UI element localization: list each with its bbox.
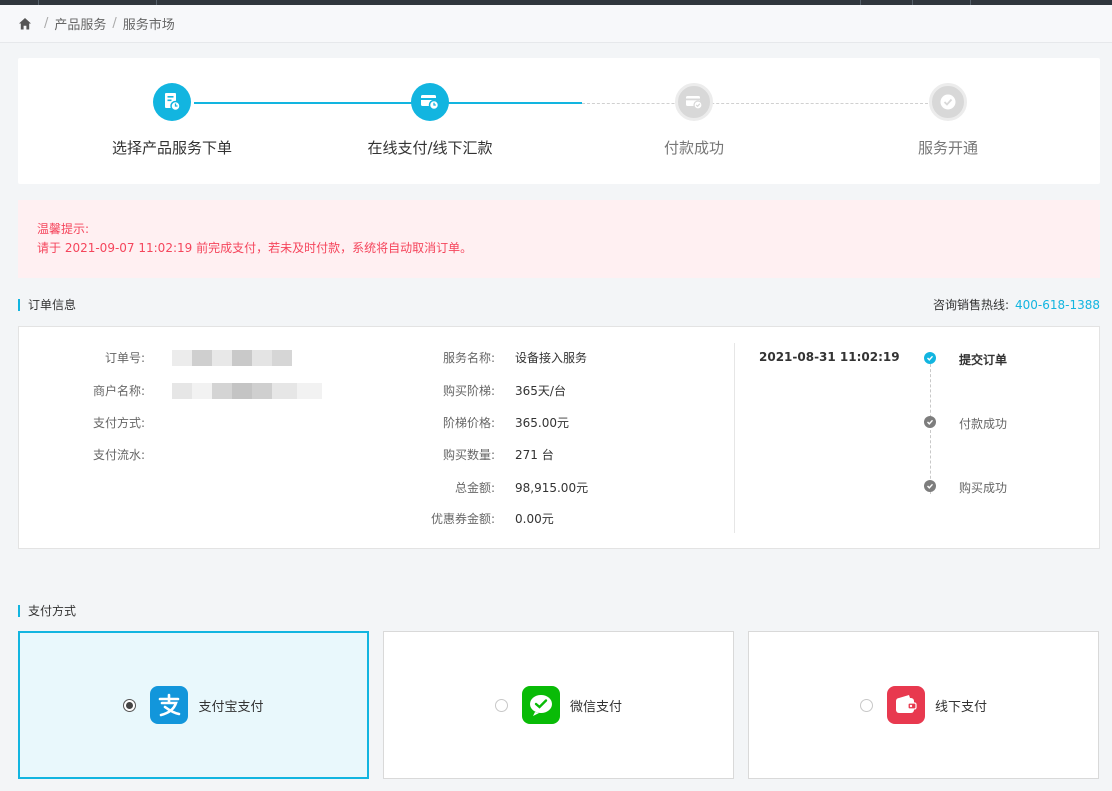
payment-method-heading: 支付方式: [18, 602, 76, 619]
offline-pay-label: 线下支付: [934, 699, 987, 715]
heading-accent-bar: [18, 604, 20, 617]
timeline-check-icon: [924, 416, 936, 428]
offline-radio[interactable]: [859, 698, 873, 712]
notice-title: 温馨提示:: [37, 222, 90, 236]
payment-deadline-notice: 温馨提示: 请于 2021-09-07 11:02:19 前完成支付，若未及时付…: [18, 200, 1100, 278]
alipay-icon: [150, 686, 189, 724]
tier-price-label: 阶梯价格:: [442, 416, 495, 430]
hotline-number[interactable]: 400-618-1388: [1015, 298, 1100, 312]
home-icon[interactable]: [18, 17, 32, 31]
coupon-amount-label: 优惠券金额:: [430, 512, 495, 526]
merchant-name-label: 商户名称:: [92, 384, 145, 398]
purchase-quantity-label: 购买数量:: [442, 448, 495, 462]
step-label: 在线支付/线下汇款: [367, 139, 493, 157]
heading-accent-bar: [18, 298, 20, 311]
purchase-quantity-value: 271 台: [515, 448, 554, 462]
total-amount-label: 总金额:: [454, 481, 495, 495]
breadcrumb-separator: /: [112, 16, 117, 31]
timeline-event-label: 提交订单: [959, 353, 1008, 367]
notice-text: 请于 2021-09-07 11:02:19 前完成支付，若未及时付款，系统将自…: [37, 241, 473, 255]
order-number-value-redacted: [172, 350, 292, 366]
breadcrumb-item-products[interactable]: 产品服务: [54, 14, 106, 33]
step-label: 选择产品服务下单: [111, 139, 232, 157]
payment-serial-label: 支付流水:: [92, 448, 145, 462]
order-form-icon: [153, 83, 191, 121]
column-divider: [734, 343, 735, 533]
order-steps: 选择产品服务下单 在线支付/线下汇款 付款成功 服务开通: [18, 58, 1100, 184]
breadcrumb: / 产品服务 / 服务市场: [0, 5, 1112, 43]
payment-success-icon: [675, 83, 713, 121]
sales-hotline: 咨询销售热线: 400-618-1388: [933, 296, 1100, 313]
wechat-radio[interactable]: [494, 698, 508, 712]
payment-method-title: 支付方式: [28, 604, 77, 618]
step-select-product: 选择产品服务下单: [72, 83, 272, 158]
step-service-activated: 服务开通: [848, 83, 1048, 158]
payment-option-alipay[interactable]: 支付宝支付: [18, 631, 369, 779]
alipay-label: 支付宝支付: [198, 699, 264, 715]
timeline-check-icon: [924, 480, 936, 492]
step-payment-success: 付款成功: [594, 83, 794, 158]
purchase-tier-value: 365天/台: [515, 384, 566, 398]
wallet-icon: [886, 686, 925, 724]
step-label: 付款成功: [663, 139, 724, 157]
step-label: 服务开通: [917, 139, 978, 157]
timeline-check-icon: [924, 352, 936, 364]
tier-price-value: 365.00元: [515, 416, 569, 430]
service-name-value: 设备接入服务: [515, 351, 588, 365]
service-name-label: 服务名称:: [442, 351, 495, 365]
breadcrumb-separator: /: [44, 16, 49, 31]
order-info-heading: 订单信息: [18, 296, 76, 313]
wechat-pay-label: 微信支付: [569, 699, 622, 715]
breadcrumb-item-market[interactable]: 服务市场: [123, 14, 175, 33]
timeline-event-label: 购买成功: [959, 481, 1008, 495]
timeline-connector: [930, 364, 931, 494]
payment-card-icon: [411, 83, 449, 121]
hotline-label: 咨询销售热线:: [932, 298, 1009, 312]
total-amount-value: 98,915.00元: [515, 481, 589, 495]
alipay-radio[interactable]: [123, 698, 137, 712]
payment-option-wechat[interactable]: 微信支付: [383, 631, 734, 779]
order-info-panel: 订单号: 商户名称: 支付方式: 支付流水: 服务名称: 设备接入服务 购买阶梯…: [18, 326, 1100, 549]
step-online-payment: 在线支付/线下汇款: [330, 83, 530, 158]
payment-option-offline[interactable]: 线下支付: [748, 631, 1099, 779]
wechat-pay-icon: [521, 686, 560, 724]
order-number-label: 订单号:: [104, 351, 145, 365]
payment-method-label: 支付方式:: [92, 416, 145, 430]
order-submit-time: 2021-08-31 11:02:19: [759, 350, 900, 364]
timeline-event-label: 付款成功: [959, 417, 1008, 431]
merchant-name-value-redacted: [172, 383, 322, 399]
coupon-amount-value: 0.00元: [515, 512, 554, 526]
check-circle-icon: [929, 83, 967, 121]
purchase-tier-label: 购买阶梯:: [442, 384, 495, 398]
order-info-title: 订单信息: [28, 298, 77, 312]
